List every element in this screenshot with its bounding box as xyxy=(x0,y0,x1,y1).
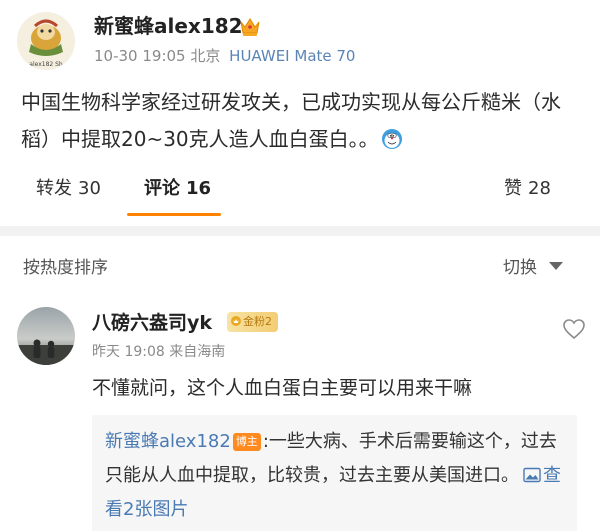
action-tabs: 转发 30 评论 16 赞 28 xyxy=(0,170,600,224)
author-name[interactable]: 新蜜蜂alex182 xyxy=(94,12,243,40)
author-avatar[interactable]: alex182 Sh xyxy=(17,12,75,70)
comment-item: 八磅六盎司yk 金粉2 昨天 19:08 来自海南 不懂就问，这个人血白蛋白主要… xyxy=(0,298,600,531)
comment-meta: 昨天 19:08 来自海南 xyxy=(92,341,225,363)
fan-badge-label: 金粉2 xyxy=(243,315,272,328)
tab-comment-label: 评论 xyxy=(144,178,180,199)
avatar-caption: alex182 Sh xyxy=(29,61,63,68)
tab-comment[interactable]: 评论 16 xyxy=(144,176,211,202)
comment-text[interactable]: 不懂就问，这个人血白蛋白主要可以用来干嘛 xyxy=(92,374,472,402)
tab-repost[interactable]: 转发 30 xyxy=(36,176,101,202)
fan-badge: 金粉2 xyxy=(227,312,278,332)
tab-repost-count: 30 xyxy=(78,178,101,199)
reply-box[interactable]: 新蜜蜂alex182 博主:一些大病、手术后需要输这个，过去只能从人血中提取，比较… xyxy=(92,415,577,531)
post-text: 中国生物科学家经过研发攻关，已成功实现从每公斤糙米（水稻）中提取20~30克人造… xyxy=(21,90,561,151)
tab-like[interactable]: 赞 28 xyxy=(504,176,551,202)
active-tab-indicator xyxy=(127,213,221,216)
section-divider xyxy=(0,226,600,236)
sort-label[interactable]: 按热度排序 xyxy=(23,256,108,280)
op-badge: 博主 xyxy=(232,433,261,451)
post-time: 10-30 19:05 xyxy=(94,47,186,65)
post-body: 中国生物科学家经过研发攻关，已成功实现从每公斤糙米（水稻）中提取20~30克人造… xyxy=(21,84,581,158)
post-header: alex182 Sh 新蜜蜂alex182 10-30 19:05 北京 HUA… xyxy=(0,0,600,72)
image-icon xyxy=(523,467,541,483)
fan-crown-icon xyxy=(231,316,241,326)
switch-button[interactable]: 切换 xyxy=(503,254,563,282)
switch-label: 切换 xyxy=(503,258,537,278)
commenter-name[interactable]: 八磅六盎司yk xyxy=(92,310,212,336)
tab-comment-count: 16 xyxy=(186,178,212,199)
like-heart-icon[interactable] xyxy=(562,318,586,340)
doraemon-emoji-icon xyxy=(381,129,402,149)
dropdown-triangle-icon xyxy=(549,262,563,270)
post-device[interactable]: HUAWEI Mate 70 xyxy=(229,47,355,65)
comment-location: 来自海南 xyxy=(169,344,226,360)
tab-like-label: 赞 xyxy=(504,178,522,199)
tab-like-count: 28 xyxy=(528,178,551,199)
reply-author[interactable]: 新蜜蜂alex182 xyxy=(105,431,231,452)
post-meta: 10-30 19:05 北京 HUAWEI Mate 70 xyxy=(94,45,355,67)
avatar-image: alex182 Sh xyxy=(17,12,75,70)
commenter-avatar[interactable] xyxy=(17,307,75,365)
tab-repost-label: 转发 xyxy=(36,178,72,199)
crown-icon xyxy=(240,18,260,36)
post-location: 北京 xyxy=(190,47,221,65)
comment-time: 昨天 19:08 xyxy=(92,344,165,360)
commenter-avatar-image xyxy=(17,307,75,365)
sort-bar: 按热度排序 切换 xyxy=(0,236,600,298)
reply-content: 新蜜蜂alex182 博主:一些大病、手术后需要输这个，过去只能从人血中提取，比较… xyxy=(105,425,567,527)
